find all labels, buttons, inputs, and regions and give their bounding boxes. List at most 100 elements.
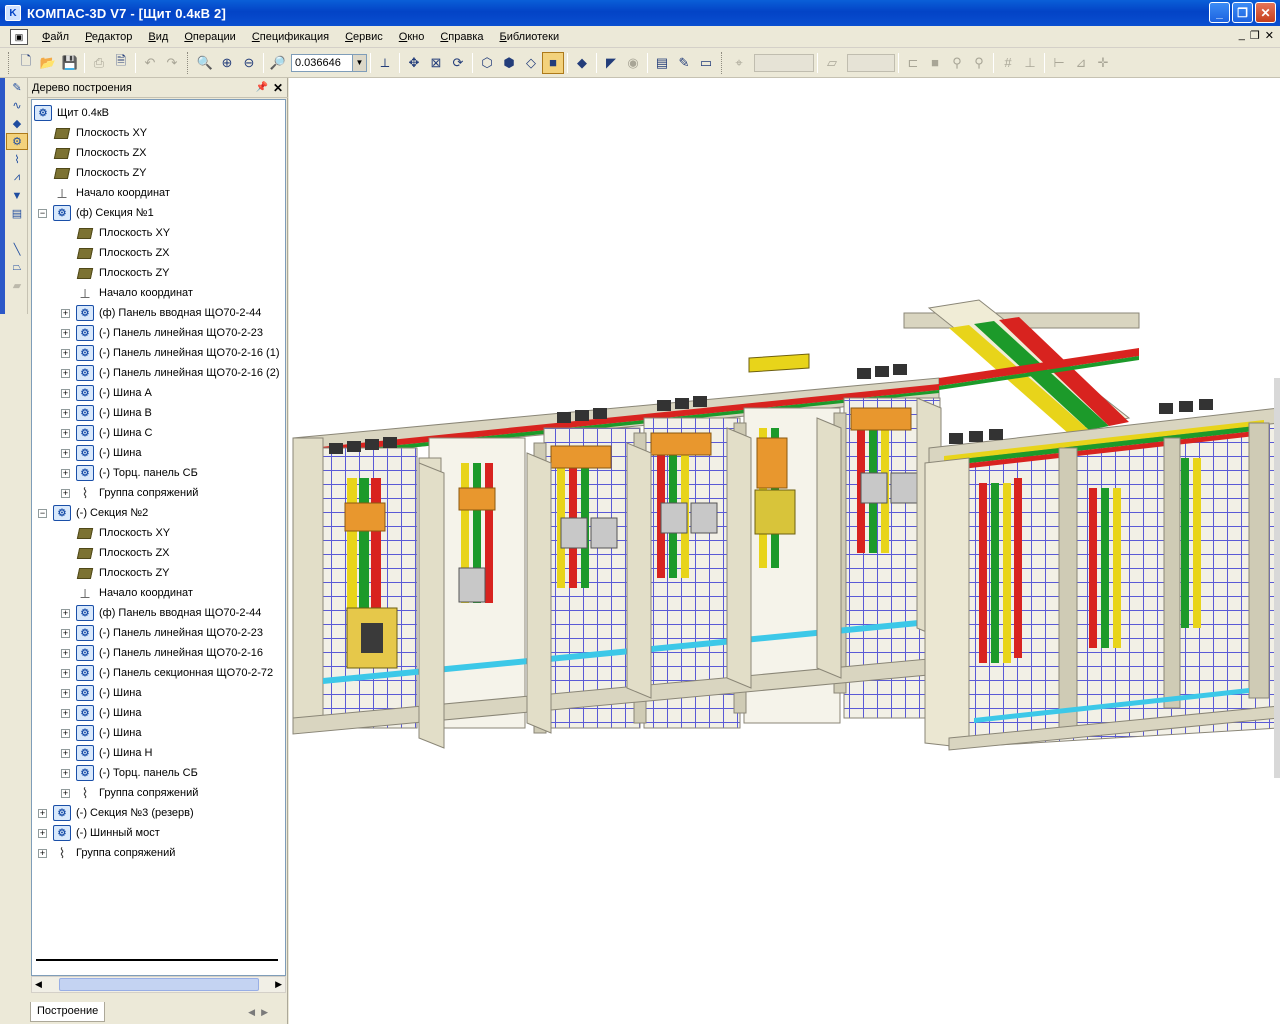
menu-libraries[interactable]: Библиотеки — [492, 27, 568, 47]
line-icon[interactable]: ╲ — [6, 241, 28, 258]
close-panel-icon[interactable]: ✕ — [273, 81, 283, 95]
collapse-toggle[interactable]: − — [38, 508, 47, 518]
dim-tool-3-icon[interactable]: ⚲ — [946, 52, 968, 74]
menu-service[interactable]: Сервис — [337, 27, 391, 47]
tab-scroll-icons[interactable]: ◀▶ — [248, 1007, 274, 1018]
maximize-button[interactable]: ❐ — [1232, 2, 1253, 23]
expand-toggle[interactable]: + — [38, 848, 47, 858]
menu-specification[interactable]: Спецификация — [244, 27, 337, 47]
print-icon[interactable]: ⎙ — [88, 52, 110, 74]
orientation-icon[interactable]: ⟂ — [374, 52, 396, 74]
zoom-in-icon[interactable]: ⊕ — [216, 52, 238, 74]
new-document-icon[interactable]: 🗋 — [15, 52, 37, 74]
edit-assembly-icon[interactable]: ✎ — [6, 79, 28, 96]
properties-icon[interactable]: ▤ — [651, 52, 673, 74]
tree-row[interactable]: Плоскость ZY — [61, 563, 170, 583]
assembly-icon[interactable]: ⚙ — [6, 133, 28, 150]
dim-tool-4-icon[interactable]: ⚲ — [968, 52, 990, 74]
tree-row[interactable]: + ⚙ (-) Шина — [61, 683, 141, 703]
expand-toggle[interactable]: + — [61, 328, 70, 338]
zoom-out-icon[interactable]: ⊖ — [238, 52, 260, 74]
collapse-toggle[interactable]: − — [38, 208, 47, 218]
save-icon[interactable]: 💾 — [59, 52, 81, 74]
surface-icon[interactable]: ⏢ — [6, 259, 28, 276]
kompas-app-icon[interactable]: K — [5, 5, 21, 21]
tree-row[interactable]: ⟂ Начало координат — [38, 183, 170, 203]
expand-toggle[interactable]: + — [61, 468, 70, 478]
expand-toggle[interactable]: + — [61, 688, 70, 698]
tree-row[interactable]: + ⚙ (-) Панель линейная ЩО70-2-23 — [61, 623, 263, 643]
tree-row[interactable]: + ⚙ (-) Шина В — [61, 403, 152, 423]
expand-toggle[interactable]: + — [38, 808, 47, 818]
hidden-lines-icon[interactable]: ⬢ — [498, 52, 520, 74]
grid-icon[interactable]: # — [997, 52, 1019, 74]
expand-toggle[interactable]: + — [61, 748, 70, 758]
tree-row[interactable]: + ⚙ (-) Шинный мост — [38, 823, 160, 843]
tree-row[interactable]: + ⚙ (-) Шина — [61, 443, 141, 463]
wireframe-icon[interactable]: ⬡ — [476, 52, 498, 74]
expand-toggle[interactable]: + — [38, 828, 47, 838]
tree-row[interactable]: ⟂ Начало координат — [61, 583, 193, 603]
panel-icon[interactable]: ▭ — [695, 52, 717, 74]
scroll-thumb[interactable] — [58, 978, 259, 991]
expand-toggle[interactable]: + — [61, 488, 70, 498]
expand-toggle[interactable]: + — [61, 648, 70, 658]
layer-icon[interactable]: ▱ — [821, 52, 843, 74]
tree-row[interactable]: Плоскость ZX — [61, 243, 170, 263]
tree-row[interactable]: + ⚙ (-) Панель линейная ЩО70-2-16 (1) — [61, 343, 280, 363]
tree-row[interactable]: + ⚙ (-) Панель линейная ЩО70-2-16 (2) — [61, 363, 280, 383]
undo-icon[interactable]: ↶ — [139, 52, 161, 74]
expand-toggle[interactable]: + — [61, 408, 70, 418]
doc-restore-button[interactable]: ❐ — [1250, 29, 1260, 42]
tree-row[interactable]: Плоскость XY — [38, 123, 147, 143]
tree-row[interactable]: ⟂ Начало координат — [61, 283, 193, 303]
zoom-all-icon[interactable]: ⊠ — [425, 52, 447, 74]
tree-row[interactable]: − ⚙ (-) Секция №2 — [38, 503, 148, 523]
zoom-scale-icon[interactable]: 🔎 — [267, 52, 289, 74]
tree-row[interactable]: + ⚙ (-) Шина С — [61, 423, 152, 443]
redo-icon[interactable]: ↷ — [161, 52, 183, 74]
tree-row[interactable]: Плоскость XY — [61, 223, 170, 243]
expand-toggle[interactable]: + — [61, 788, 70, 798]
rotate-icon[interactable]: ⟳ — [447, 52, 469, 74]
expand-toggle[interactable]: + — [61, 608, 70, 618]
scroll-right-icon[interactable]: ▶ — [275, 979, 282, 990]
shaded-icon[interactable]: ■ — [542, 51, 564, 74]
measure-icon[interactable]: ⩘ — [6, 169, 28, 186]
menu-window[interactable]: Окно — [391, 27, 433, 47]
expand-toggle[interactable]: + — [61, 628, 70, 638]
minimize-button[interactable]: _ — [1209, 2, 1230, 23]
scroll-left-icon[interactable]: ◀ — [35, 979, 42, 990]
paperclip-icon[interactable]: ⌇ — [6, 151, 28, 168]
tree-row[interactable]: + ⚙ (-) Секция №3 (резерв) — [38, 803, 194, 823]
axis-icon[interactable]: ⊢ — [1048, 52, 1070, 74]
ortho-icon[interactable]: ⊥ — [1019, 52, 1041, 74]
dim-tool-2-icon[interactable]: ■ — [924, 52, 946, 74]
doc-close-button[interactable]: ✕ — [1265, 29, 1274, 42]
open-folder-icon[interactable]: 📂 — [37, 52, 59, 74]
zoom-dropdown[interactable]: ▼ — [353, 53, 367, 72]
zoom-window-icon[interactable]: 🔍 — [194, 52, 216, 74]
doc-minimize-button[interactable]: _ — [1239, 29, 1245, 42]
expand-toggle[interactable]: + — [61, 368, 70, 378]
sheet-icon[interactable]: ▰ — [6, 277, 28, 294]
pin-icon[interactable]: 📌 — [256, 82, 268, 93]
tree-row[interactable]: + ⌇ Группа сопряжений — [61, 783, 198, 803]
tree-row[interactable]: + ⚙ (ф) Панель вводная ЩО70-2-44 — [61, 303, 261, 323]
tree-row[interactable]: + ⌇ Группа сопряжений — [61, 483, 198, 503]
expand-toggle[interactable]: + — [61, 448, 70, 458]
pan-icon[interactable]: ✥ — [403, 52, 425, 74]
section-icon[interactable]: ◤ — [600, 52, 622, 74]
menu-edit[interactable]: Редактор — [77, 27, 140, 47]
tree-row[interactable]: Плоскость ZY — [38, 163, 147, 183]
tree-row[interactable]: + ⚙ (-) Панель линейная ЩО70-2-23 — [61, 323, 263, 343]
menu-view[interactable]: Вид — [140, 27, 176, 47]
model-viewport[interactable] — [289, 78, 1280, 1024]
tree-row[interactable]: + ⚙ (-) Панель линейная ЩО70-2-16 — [61, 643, 263, 663]
style-combo[interactable] — [754, 53, 814, 72]
print-preview-icon[interactable]: 🗎 — [110, 52, 132, 74]
tree-row[interactable]: Плоскость ZX — [38, 143, 147, 163]
zoom-input[interactable]: 0.036646 — [291, 53, 353, 72]
tree-row[interactable]: Плоскость ZY — [61, 263, 170, 283]
tree-row[interactable]: + ⚙ (-) Шина А — [61, 383, 152, 403]
